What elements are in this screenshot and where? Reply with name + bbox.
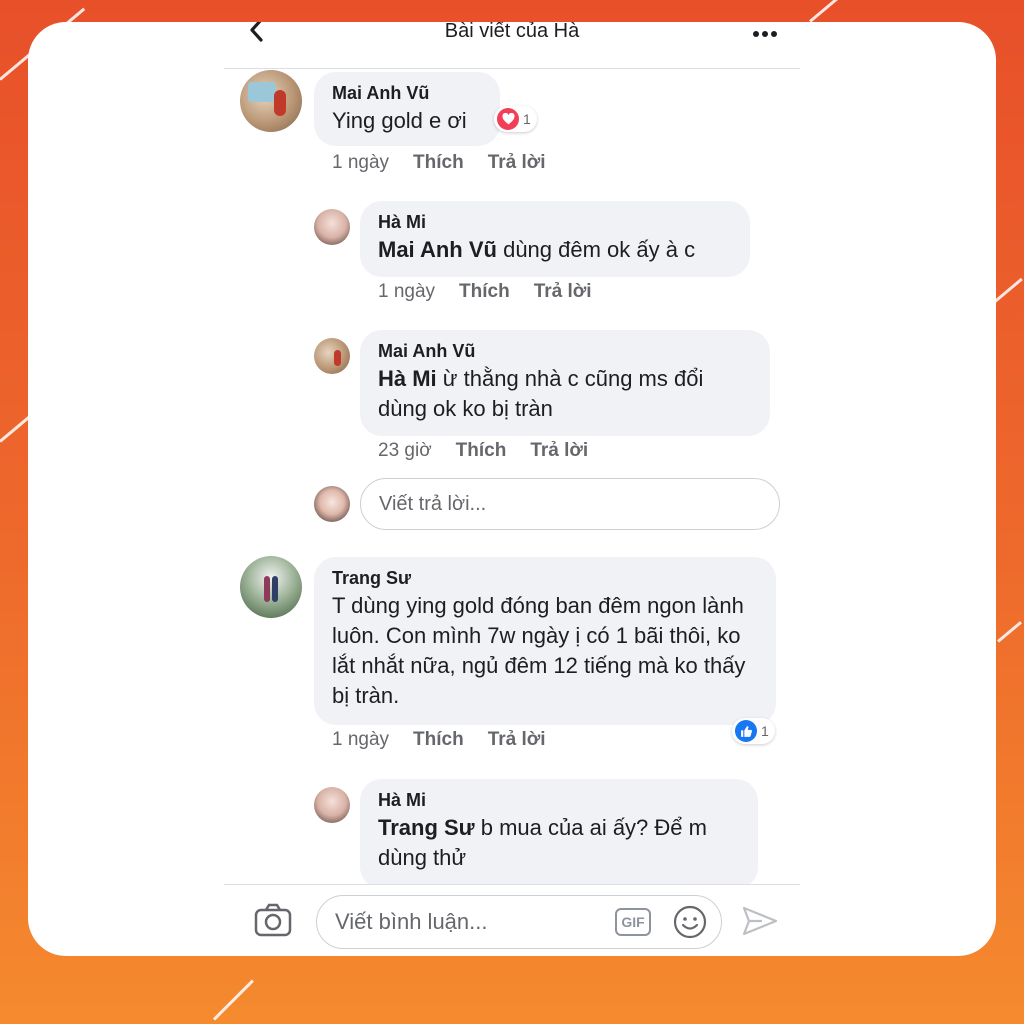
reply-meta: 1 ngày Thích Trả lời [378,281,616,303]
decorative-stripe [994,277,1023,303]
decorative-stripe [212,979,254,1021]
reply-author[interactable]: Hà Mi [378,211,732,233]
reply-text: Trang Sư b mua của ai ấy? Để m dùng thử [378,815,707,870]
mention-link[interactable]: Hà Mi [378,366,437,391]
page-title: Bài viết của Hà [444,22,580,42]
more-options-icon[interactable] [751,24,778,42]
reply-bubble: Hà Mi Trang Sư b mua của ai ấy? Để m dùn… [360,779,758,889]
reply-author[interactable]: Hà Mi [378,789,740,811]
avatar[interactable] [240,556,302,618]
comment-thread-screen: Bài viết của Hà Mai Anh Vũ Ying gold e ơ… [224,22,800,956]
send-icon[interactable] [742,905,778,942]
reply-text: Mai Anh Vũ dùng đêm ok ấy à c [378,237,696,262]
like-button[interactable]: Thích [456,440,507,461]
comment-author[interactable]: Trang Sư [332,567,758,589]
comment-text: T dùng ying gold đóng ban đêm ngon lành … [332,593,746,708]
comment-input[interactable]: Viết bình luận... GIF [316,895,722,949]
comment-time: 1 ngày [332,152,390,173]
comment-meta: 1 ngày Thích Trả lời [332,152,570,174]
avatar[interactable] [240,70,302,132]
like-button[interactable]: Thích [413,152,464,173]
emoji-icon[interactable] [673,905,707,956]
reply-input[interactable]: Viết trả lời... [360,478,780,530]
avatar[interactable] [314,787,350,823]
comment-meta: 1 ngày Thích Trả lời [332,729,570,751]
comment-input-placeholder: Viết bình luận... [335,909,488,934]
reaction-badge[interactable]: 1 [494,106,537,132]
reply-time: 1 ngày [378,281,436,302]
thumbs-up-icon [735,720,757,742]
mention-link[interactable]: Mai Anh Vũ [378,237,497,262]
reply-button[interactable]: Trả lời [530,440,588,461]
comment-author[interactable]: Mai Anh Vũ [332,82,482,104]
reaction-badge[interactable]: 1 [732,718,775,744]
like-button[interactable]: Thích [413,729,464,750]
avatar[interactable] [314,338,350,374]
heart-icon [497,108,519,130]
reply-time: 23 giờ [378,440,432,461]
comment-text: Ying gold e ơi [332,108,467,133]
comment-bubble: Mai Anh Vũ Ying gold e ơi [314,72,500,146]
white-card-frame: Bài viết của Hà Mai Anh Vũ Ying gold e ơ… [28,22,996,956]
reply-meta: 23 giờ Thích Trả lời [378,440,612,462]
comment-time: 1 ngày [332,729,390,750]
reply-button[interactable]: Trả lời [534,281,592,302]
reply-author[interactable]: Mai Anh Vũ [378,340,752,362]
reply-bubble: Mai Anh Vũ Hà Mi ừ thằng nhà c cũng ms đ… [360,330,770,436]
like-button[interactable]: Thích [459,281,510,302]
gif-button[interactable]: GIF [615,908,651,936]
decorative-stripe [997,621,1022,643]
comment-bubble: Trang Sư T dùng ying gold đóng ban đêm n… [314,557,776,725]
decorative-stripe [0,414,32,443]
avatar[interactable] [314,209,350,245]
reply-button[interactable]: Trả lời [488,729,546,750]
reply-bubble: Hà Mi Mai Anh Vũ dùng đêm ok ấy à c [360,201,750,277]
reaction-count: 1 [523,111,531,127]
reaction-count: 1 [761,723,769,739]
reply-button[interactable]: Trả lời [488,152,546,173]
reply-text: Hà Mi ừ thằng nhà c cũng ms đổi dùng ok … [378,366,704,421]
my-avatar [314,486,350,522]
comment-composer-bar: Viết bình luận... GIF [224,884,800,956]
camera-icon[interactable] [254,903,292,942]
top-bar: Bài viết của Hà [224,22,800,69]
mention-link[interactable]: Trang Sư [378,815,475,840]
decorative-stripe [809,0,842,23]
